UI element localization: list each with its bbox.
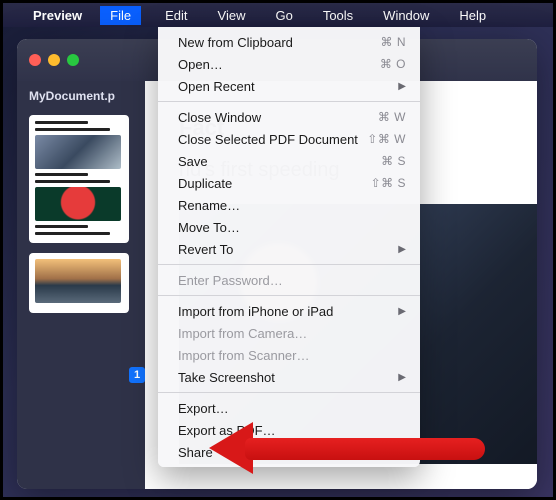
menu-label: New from Clipboard xyxy=(178,35,293,50)
menu-label: Export… xyxy=(178,401,229,416)
menubar-item-window[interactable]: Window xyxy=(377,6,435,25)
menu-item-new-from-clipboard[interactable]: New from Clipboard ⌘ N xyxy=(158,31,420,53)
menu-label: Import from Camera… xyxy=(178,326,307,341)
menu-shortcut: ⌘ N xyxy=(381,35,407,49)
menu-shortcut: ⇧⌘ W xyxy=(367,132,406,146)
menu-label: Revert To xyxy=(178,242,233,257)
menu-shortcut: ⌘ W xyxy=(378,110,406,124)
thumbnail-image xyxy=(35,135,121,169)
menu-item-rename[interactable]: Rename… xyxy=(158,194,420,216)
menu-label: Export as PDF… xyxy=(178,423,276,438)
menu-item-revert-to[interactable]: Revert To ▶ xyxy=(158,238,420,260)
chevron-right-icon: ▶ xyxy=(398,447,406,458)
menubar-item-file[interactable]: File xyxy=(100,6,141,25)
page-number-badge: 1 xyxy=(129,367,145,383)
thumbnail-list xyxy=(29,115,137,313)
menu-label: Duplicate xyxy=(178,176,232,191)
menu-item-open[interactable]: Open… ⌘ O xyxy=(158,53,420,75)
menu-separator xyxy=(158,392,420,393)
menu-item-share[interactable]: Share ▶ xyxy=(158,441,420,463)
menu-item-move-to[interactable]: Move To… xyxy=(158,216,420,238)
menu-label: Rename… xyxy=(178,198,240,213)
menu-item-close-window[interactable]: Close Window ⌘ W xyxy=(158,106,420,128)
chevron-right-icon: ▶ xyxy=(398,81,406,92)
chevron-right-icon: ▶ xyxy=(398,372,406,383)
menu-item-close-selected-pdf[interactable]: Close Selected PDF Document ⇧⌘ W xyxy=(158,128,420,150)
menu-label: Close Selected PDF Document xyxy=(178,132,358,147)
menu-label: Share xyxy=(178,445,213,460)
page-thumbnail-1[interactable] xyxy=(29,115,129,243)
menu-item-import-camera: Import from Camera… xyxy=(158,322,420,344)
menubar-item-help[interactable]: Help xyxy=(453,6,492,25)
menu-item-import-scanner: Import from Scanner… xyxy=(158,344,420,366)
menu-item-open-recent[interactable]: Open Recent ▶ xyxy=(158,75,420,97)
menu-label: Save xyxy=(178,154,208,169)
file-menu-dropdown: New from Clipboard ⌘ N Open… ⌘ O Open Re… xyxy=(158,27,420,467)
menu-label: Close Window xyxy=(178,110,261,125)
thumbnail-image xyxy=(35,259,121,303)
close-button[interactable] xyxy=(29,54,41,66)
menubar-item-edit[interactable]: Edit xyxy=(159,6,193,25)
page-thumbnail-2[interactable] xyxy=(29,253,129,313)
menu-item-take-screenshot[interactable]: Take Screenshot ▶ xyxy=(158,366,420,388)
menu-label: Move To… xyxy=(178,220,240,235)
menu-label: Open Recent xyxy=(178,79,255,94)
document-name: MyDocument.p xyxy=(29,89,137,103)
menu-item-export-as-pdf[interactable]: Export as PDF… xyxy=(158,419,420,441)
chevron-right-icon: ▶ xyxy=(398,306,406,317)
menu-shortcut: ⌘ O xyxy=(380,57,406,71)
menubar-item-go[interactable]: Go xyxy=(269,6,298,25)
menu-separator xyxy=(158,295,420,296)
chevron-right-icon: ▶ xyxy=(398,244,406,255)
menu-shortcut: ⇧⌘ S xyxy=(371,176,406,190)
menu-item-enter-password: Enter Password… xyxy=(158,269,420,291)
menu-item-duplicate[interactable]: Duplicate ⇧⌘ S xyxy=(158,172,420,194)
app-name[interactable]: Preview xyxy=(33,8,82,23)
thumbnail-image xyxy=(35,187,121,221)
menu-label: Import from iPhone or iPad xyxy=(178,304,333,319)
menu-item-save[interactable]: Save ⌘ S xyxy=(158,150,420,172)
minimize-button[interactable] xyxy=(48,54,60,66)
menu-separator xyxy=(158,101,420,102)
menu-item-export[interactable]: Export… xyxy=(158,397,420,419)
zoom-button[interactable] xyxy=(67,54,79,66)
menu-separator xyxy=(158,264,420,265)
menu-label: Open… xyxy=(178,57,223,72)
menu-label: Enter Password… xyxy=(178,273,283,288)
menu-shortcut: ⌘ S xyxy=(381,154,406,168)
menu-item-import-iphone-ipad[interactable]: Import from iPhone or iPad ▶ xyxy=(158,300,420,322)
thumbnail-sidebar: MyDocument.p xyxy=(17,81,145,489)
menubar-item-view[interactable]: View xyxy=(212,6,252,25)
menubar-item-tools[interactable]: Tools xyxy=(317,6,359,25)
menubar: Preview File Edit View Go Tools Window H… xyxy=(3,3,553,27)
menu-label: Take Screenshot xyxy=(178,370,275,385)
menu-label: Import from Scanner… xyxy=(178,348,310,363)
